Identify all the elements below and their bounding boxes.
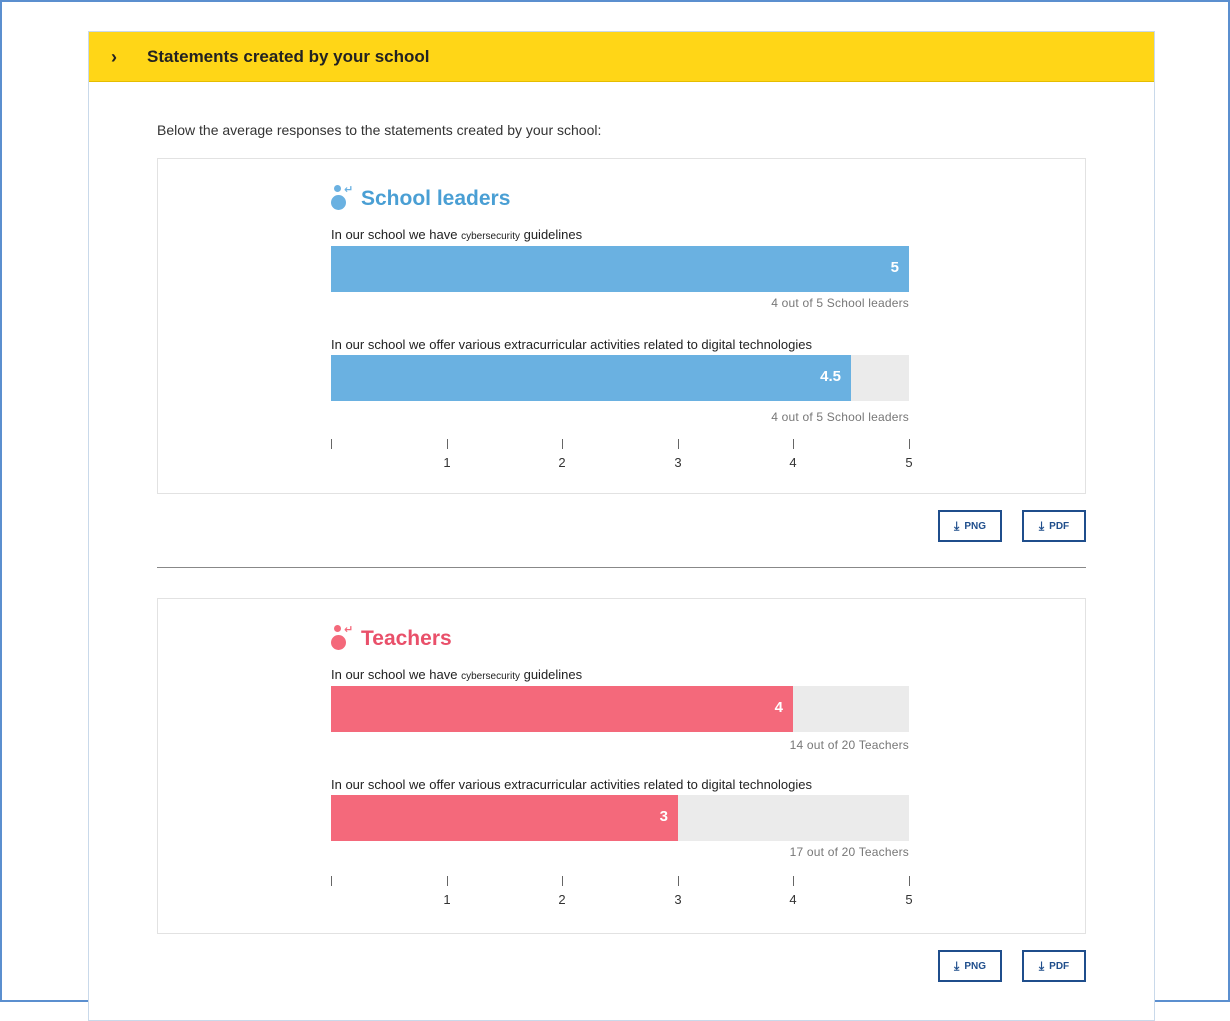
response-count: 4 out of 5 School leaders [771,410,909,424]
bar-track: 5 [331,246,909,292]
bar-value: 3 [659,808,668,825]
axis-tick [331,876,332,886]
axis-tick-label: 2 [558,892,566,907]
person-group-icon: ↵ [331,625,355,653]
axis-tick [562,876,563,886]
axis-tick-label: 5 [905,455,913,470]
intro-text: Below the average responses to the state… [157,122,602,138]
response-count: 14 out of 20 Teachers [789,738,909,752]
download-icon: ⤓ [1038,958,1045,973]
download-icon: ⤓ [954,958,960,973]
axis-tick [678,876,679,886]
response-count: 17 out of 20 Teachers [789,845,909,859]
statement-text: In our school we offer various extracurr… [331,337,812,352]
axis-tick [793,439,794,449]
axis-tick [793,876,794,886]
bar-value: 4 [774,699,783,716]
axis-tick [331,439,332,449]
chevron-right-icon[interactable]: › [111,48,125,66]
axis-tick [562,439,563,449]
download-icon: ⤓ [954,518,960,533]
statement-text: In our school we offer various extracurr… [331,777,812,792]
bar-fill: 5 [331,246,909,292]
axis-tick-label: 3 [674,892,682,907]
statement-text: In our school we have cybersecurity guid… [331,227,583,242]
download-pdf-button[interactable]: ⤓ PDF [1022,950,1086,982]
axis-tick [447,876,448,886]
download-png-button[interactable]: ⤓ PNG [938,510,1002,542]
axis-tick [678,439,679,449]
bar-track: 4.5 [331,355,909,401]
bar-fill: 4 [331,686,793,732]
bar-value: 5 [890,259,899,276]
statement-text: In our school we have cybersecurity guid… [331,667,583,682]
group-title-text: School leaders [361,187,511,210]
group-title-text: Teachers [361,627,452,650]
panel-header[interactable]: › Statements created by your school [89,32,1154,82]
section-divider [157,567,1086,568]
axis-tick-label: 2 [558,455,566,470]
value-axis: 1 2 3 4 5 [331,439,913,475]
download-icon: ⤓ [1038,518,1045,533]
axis-tick [909,439,910,449]
panel-title: Statements created by your school [147,46,430,66]
bar-track: 4 [331,686,909,732]
axis-tick-label: 3 [674,455,682,470]
group-title: ↵ Teachers [331,625,452,653]
group-title: ↵ School leaders [331,185,510,213]
axis-tick [447,439,448,449]
response-count: 4 out of 5 School leaders [771,296,909,310]
school-leaders-card: ↵ School leaders In our school we have c… [157,158,1086,494]
download-pdf-button[interactable]: ⤓ PDF [1022,510,1086,542]
axis-tick [909,876,910,886]
axis-tick-label: 5 [905,892,913,907]
teachers-card: ↵ Teachers In our school we have cyberse… [157,598,1086,934]
bar-fill: 4.5 [331,355,851,401]
axis-tick-label: 4 [789,455,797,470]
axis-tick-label: 1 [443,455,451,470]
statements-panel: › Statements created by your school Belo… [88,31,1155,1021]
axis-tick-label: 1 [443,892,451,907]
bar-value: 4.5 [820,368,841,385]
download-png-button[interactable]: ⤓ PNG [938,950,1002,982]
bar-track: 3 [331,795,909,841]
bar-fill: 3 [331,795,678,841]
value-axis: 1 2 3 4 5 [331,876,913,912]
person-group-icon: ↵ [331,185,355,213]
axis-tick-label: 4 [789,892,797,907]
